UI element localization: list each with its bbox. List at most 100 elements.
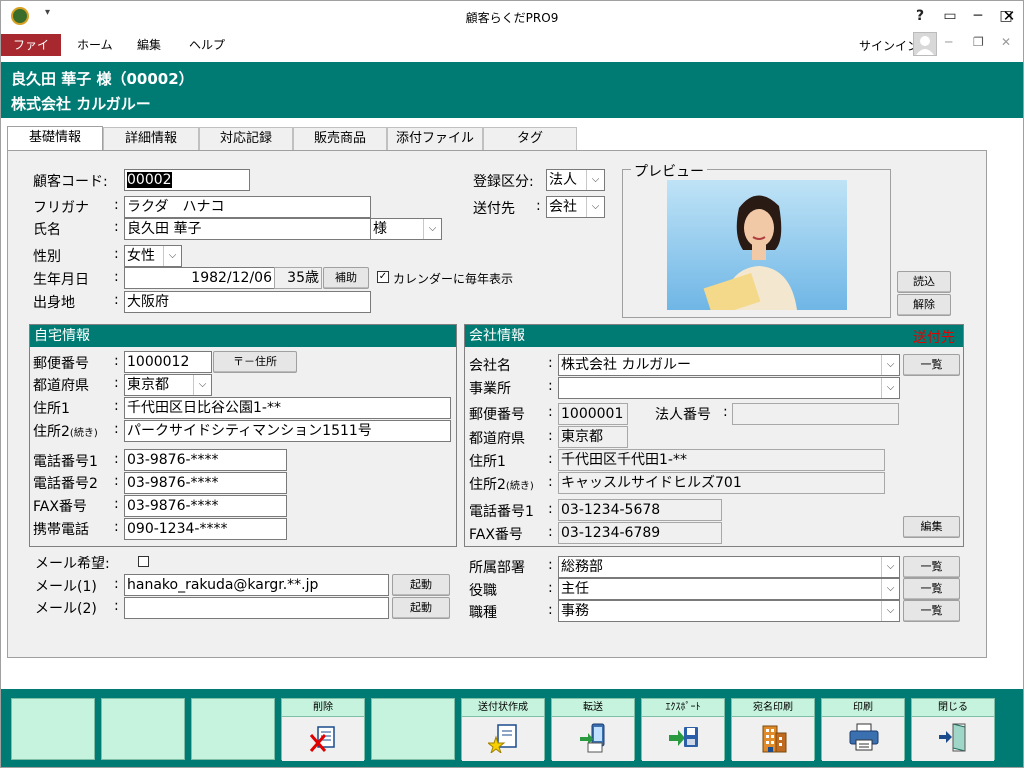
name-field[interactable]: 良久田 華子: [124, 218, 371, 240]
tab-detail[interactable]: 詳細情報: [103, 127, 199, 151]
position-list-button[interactable]: 一覧: [903, 578, 960, 600]
furigana-field[interactable]: ラクダ ハナコ: [124, 196, 371, 218]
chevron-down-icon[interactable]: ⌵: [881, 378, 899, 398]
transfer-icon: [580, 723, 605, 753]
calendar-checkbox[interactable]: ✓: [377, 271, 389, 283]
load-photo-button[interactable]: 読込: [897, 271, 951, 293]
company-zip-label: 郵便番号: [469, 407, 525, 423]
company-name-select[interactable]: 株式会社 カルガルー ⌵: [558, 354, 900, 376]
zip-to-address-button[interactable]: 〒－住所: [213, 351, 297, 373]
export-button[interactable]: ｴｸｽﾎﾟｰﾄ: [641, 698, 725, 761]
tab-basic[interactable]: 基礎情報: [7, 126, 103, 152]
colon: :: [114, 473, 119, 489]
registration-select[interactable]: 法人 ⌵: [546, 169, 605, 191]
colon: :: [114, 219, 119, 235]
cover-letter-button-label: 送付状作成: [478, 702, 528, 713]
job-list-button[interactable]: 一覧: [903, 600, 960, 622]
tab-attachments[interactable]: 添付ファイル: [387, 127, 483, 151]
chevron-down-icon[interactable]: ⌵: [423, 219, 441, 239]
home-tel1-field[interactable]: 03-9876-****: [124, 449, 287, 471]
fkey-empty-4[interactable]: [371, 698, 455, 760]
minimize-icon[interactable]: ─: [964, 5, 992, 27]
menu-edit[interactable]: 編集: [125, 34, 173, 56]
home-pref-select[interactable]: 東京都 ⌵: [124, 374, 212, 396]
home-tel2-field[interactable]: 03-9876-****: [124, 472, 287, 494]
close-form-button[interactable]: 閉じる: [911, 698, 995, 761]
preview-label: プレビュー: [631, 161, 707, 181]
chevron-down-icon[interactable]: ⌵: [881, 557, 899, 577]
birthday-field[interactable]: 1982/12/06: [124, 267, 275, 289]
honorific-select[interactable]: 様 ⌵: [370, 218, 442, 240]
tab-records[interactable]: 対応記録: [199, 127, 293, 151]
name-label: 氏名: [33, 222, 61, 238]
menu-home[interactable]: ホーム: [65, 34, 125, 56]
fkey-empty-3[interactable]: [191, 698, 275, 760]
clear-photo-button[interactable]: 解除: [897, 294, 951, 316]
home-addr1-field[interactable]: 千代田区日比谷公園1-**: [124, 397, 451, 419]
send-to-marker: 送付先: [913, 330, 955, 346]
birthplace-field[interactable]: 大阪府: [124, 291, 371, 313]
delete-button[interactable]: 削除: [281, 698, 365, 761]
corporate-number-label: 法人番号: [655, 407, 711, 423]
tab-products[interactable]: 販売商品: [293, 127, 387, 151]
fkey-empty-1[interactable]: [11, 698, 95, 760]
address-print-button[interactable]: 宛名印刷: [731, 698, 815, 761]
signin-link[interactable]: サインイン: [859, 37, 919, 54]
colon: :: [114, 292, 119, 308]
customer-code-field[interactable]: 00002: [124, 169, 250, 191]
company-addr1-label: 住所1: [469, 454, 506, 470]
position-select[interactable]: 主任 ⌵: [558, 578, 900, 600]
company-edit-button[interactable]: 編集: [903, 516, 960, 538]
ribbon-toggle-icon[interactable]: ▭: [936, 5, 964, 27]
chevron-down-icon[interactable]: ⌵: [586, 170, 604, 190]
colon: :: [548, 428, 553, 444]
mail1-field[interactable]: hanako_rakuda@kargr.**.jp: [124, 574, 389, 596]
home-tel1-label: 電話番号1: [33, 454, 98, 470]
window-close-icon[interactable]: ✕: [997, 5, 1021, 27]
dept-list-button[interactable]: 一覧: [903, 556, 960, 578]
chevron-down-icon[interactable]: ⌵: [163, 246, 181, 266]
menu-file[interactable]: ファイル: [1, 34, 61, 74]
transfer-button[interactable]: 転送: [551, 698, 635, 761]
mail2-label: メール(2): [35, 601, 97, 617]
home-fax-field[interactable]: 03-9876-****: [124, 495, 287, 517]
office-select[interactable]: ⌵: [558, 377, 900, 399]
chevron-down-icon[interactable]: ⌵: [193, 375, 211, 395]
cover-letter-button[interactable]: 送付状作成: [461, 698, 545, 761]
company-name-label: 会社名: [469, 358, 511, 374]
gender-label: 性別: [33, 249, 61, 265]
ribbon-minimize-icon[interactable]: ─: [945, 35, 952, 49]
registration-value: 法人: [549, 172, 577, 188]
job-value: 事務: [561, 603, 589, 619]
send-to-select[interactable]: 会社 ⌵: [546, 196, 605, 218]
dept-select[interactable]: 総務部 ⌵: [558, 556, 900, 578]
mail-wish-checkbox[interactable]: [138, 556, 149, 567]
job-select[interactable]: 事務 ⌵: [558, 600, 900, 622]
company-addr1-field: 千代田区千代田1-**: [558, 449, 885, 471]
print-button[interactable]: 印刷: [821, 698, 905, 761]
company-pref-label: 都道府県: [469, 431, 525, 447]
mail2-launch-button[interactable]: 起動: [392, 597, 450, 619]
home-addr2-field[interactable]: パークサイドシティマンション1511号: [124, 420, 451, 442]
assist-button[interactable]: 補助: [323, 267, 369, 289]
company-list-button[interactable]: 一覧: [903, 354, 960, 376]
ribbon-close-icon[interactable]: ✕: [1001, 35, 1011, 49]
tab-tags[interactable]: タグ: [483, 127, 577, 151]
chevron-down-icon[interactable]: ⌵: [881, 601, 899, 621]
mail2-field[interactable]: [124, 597, 389, 619]
home-zip-field[interactable]: 1000012: [124, 351, 212, 373]
gender-select[interactable]: 女性 ⌵: [124, 245, 182, 267]
chevron-down-icon[interactable]: ⌵: [881, 579, 899, 599]
home-addr1-label: 住所1: [33, 401, 70, 417]
mail1-launch-button[interactable]: 起動: [392, 574, 450, 596]
chevron-down-icon[interactable]: ⌵: [881, 355, 899, 375]
avatar-icon[interactable]: [913, 32, 937, 56]
mobile-field[interactable]: 090-1234-****: [124, 518, 287, 540]
help-icon[interactable]: ?: [906, 5, 934, 27]
home-fax-label: FAX番号: [33, 499, 87, 515]
ribbon-restore-icon[interactable]: ❐: [973, 35, 984, 49]
fkey-empty-2[interactable]: [101, 698, 185, 760]
chevron-down-icon[interactable]: ⌵: [586, 197, 604, 217]
mail-wish-label: メール希望:: [35, 556, 110, 572]
menu-help[interactable]: ヘルプ: [177, 34, 237, 56]
